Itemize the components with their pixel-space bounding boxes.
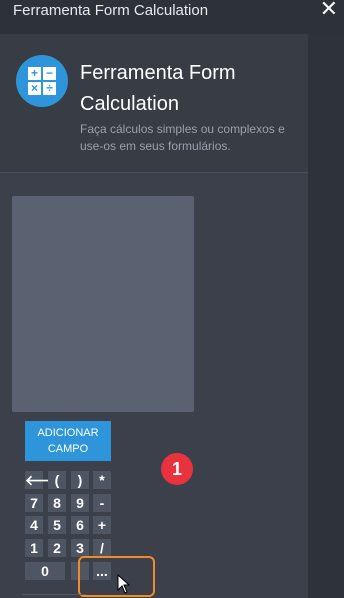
tool-description: Faça cálculos simples ou complexos e use… (80, 122, 285, 153)
add-field-label-line2: CAMPO (47, 443, 89, 455)
key-6[interactable]: 6 (71, 516, 89, 534)
calculator-icon: + − × ÷ (16, 55, 68, 107)
window-title: Ferramenta Form Calculation (13, 2, 209, 19)
key-minus[interactable]: - (93, 494, 111, 512)
key-open-paren[interactable]: ( (48, 471, 66, 489)
key-close-paren[interactable]: ) (71, 471, 89, 489)
key-1[interactable]: 1 (25, 539, 43, 557)
key-2[interactable]: 2 (48, 539, 66, 557)
close-icon[interactable]: ✕ (320, 0, 338, 21)
key-9[interactable]: 9 (71, 494, 89, 512)
divide-symbol: ÷ (43, 82, 56, 95)
window-titlebar: Ferramenta Form Calculation ✕ (0, 0, 344, 34)
add-field-button[interactable]: ADICIONAR CAMPO (25, 421, 111, 461)
key-divide[interactable]: / (93, 539, 111, 557)
tool-title-line1: Ferramenta Form (80, 62, 236, 84)
key-plus[interactable]: + (93, 516, 111, 534)
tool-title: Ferramenta Form Calculation (80, 58, 300, 120)
key-4[interactable]: 4 (25, 516, 43, 534)
step-badge: 1 (161, 453, 193, 485)
key-5[interactable]: 5 (48, 516, 66, 534)
key-8[interactable]: 8 (48, 494, 66, 512)
formula-preview-box[interactable] (12, 196, 194, 412)
add-field-label-line1: ADICIONAR (37, 427, 99, 439)
right-side-strip (308, 0, 344, 598)
tool-title-line2: Calculation (80, 93, 179, 115)
minus-symbol: − (43, 67, 56, 80)
key-multiply[interactable]: * (93, 471, 111, 489)
plus-symbol: + (28, 67, 41, 80)
key-0[interactable]: 0 (25, 562, 65, 580)
mouse-cursor-icon (117, 574, 131, 594)
divider (22, 594, 86, 595)
key-backspace[interactable]: 🡐 (25, 471, 63, 489)
key-7[interactable]: 7 (25, 494, 43, 512)
key-3[interactable]: 3 (71, 539, 89, 557)
tool-header: + − × ÷ Ferramenta Form Calculation Faça… (0, 34, 308, 173)
times-symbol: × (28, 82, 41, 95)
